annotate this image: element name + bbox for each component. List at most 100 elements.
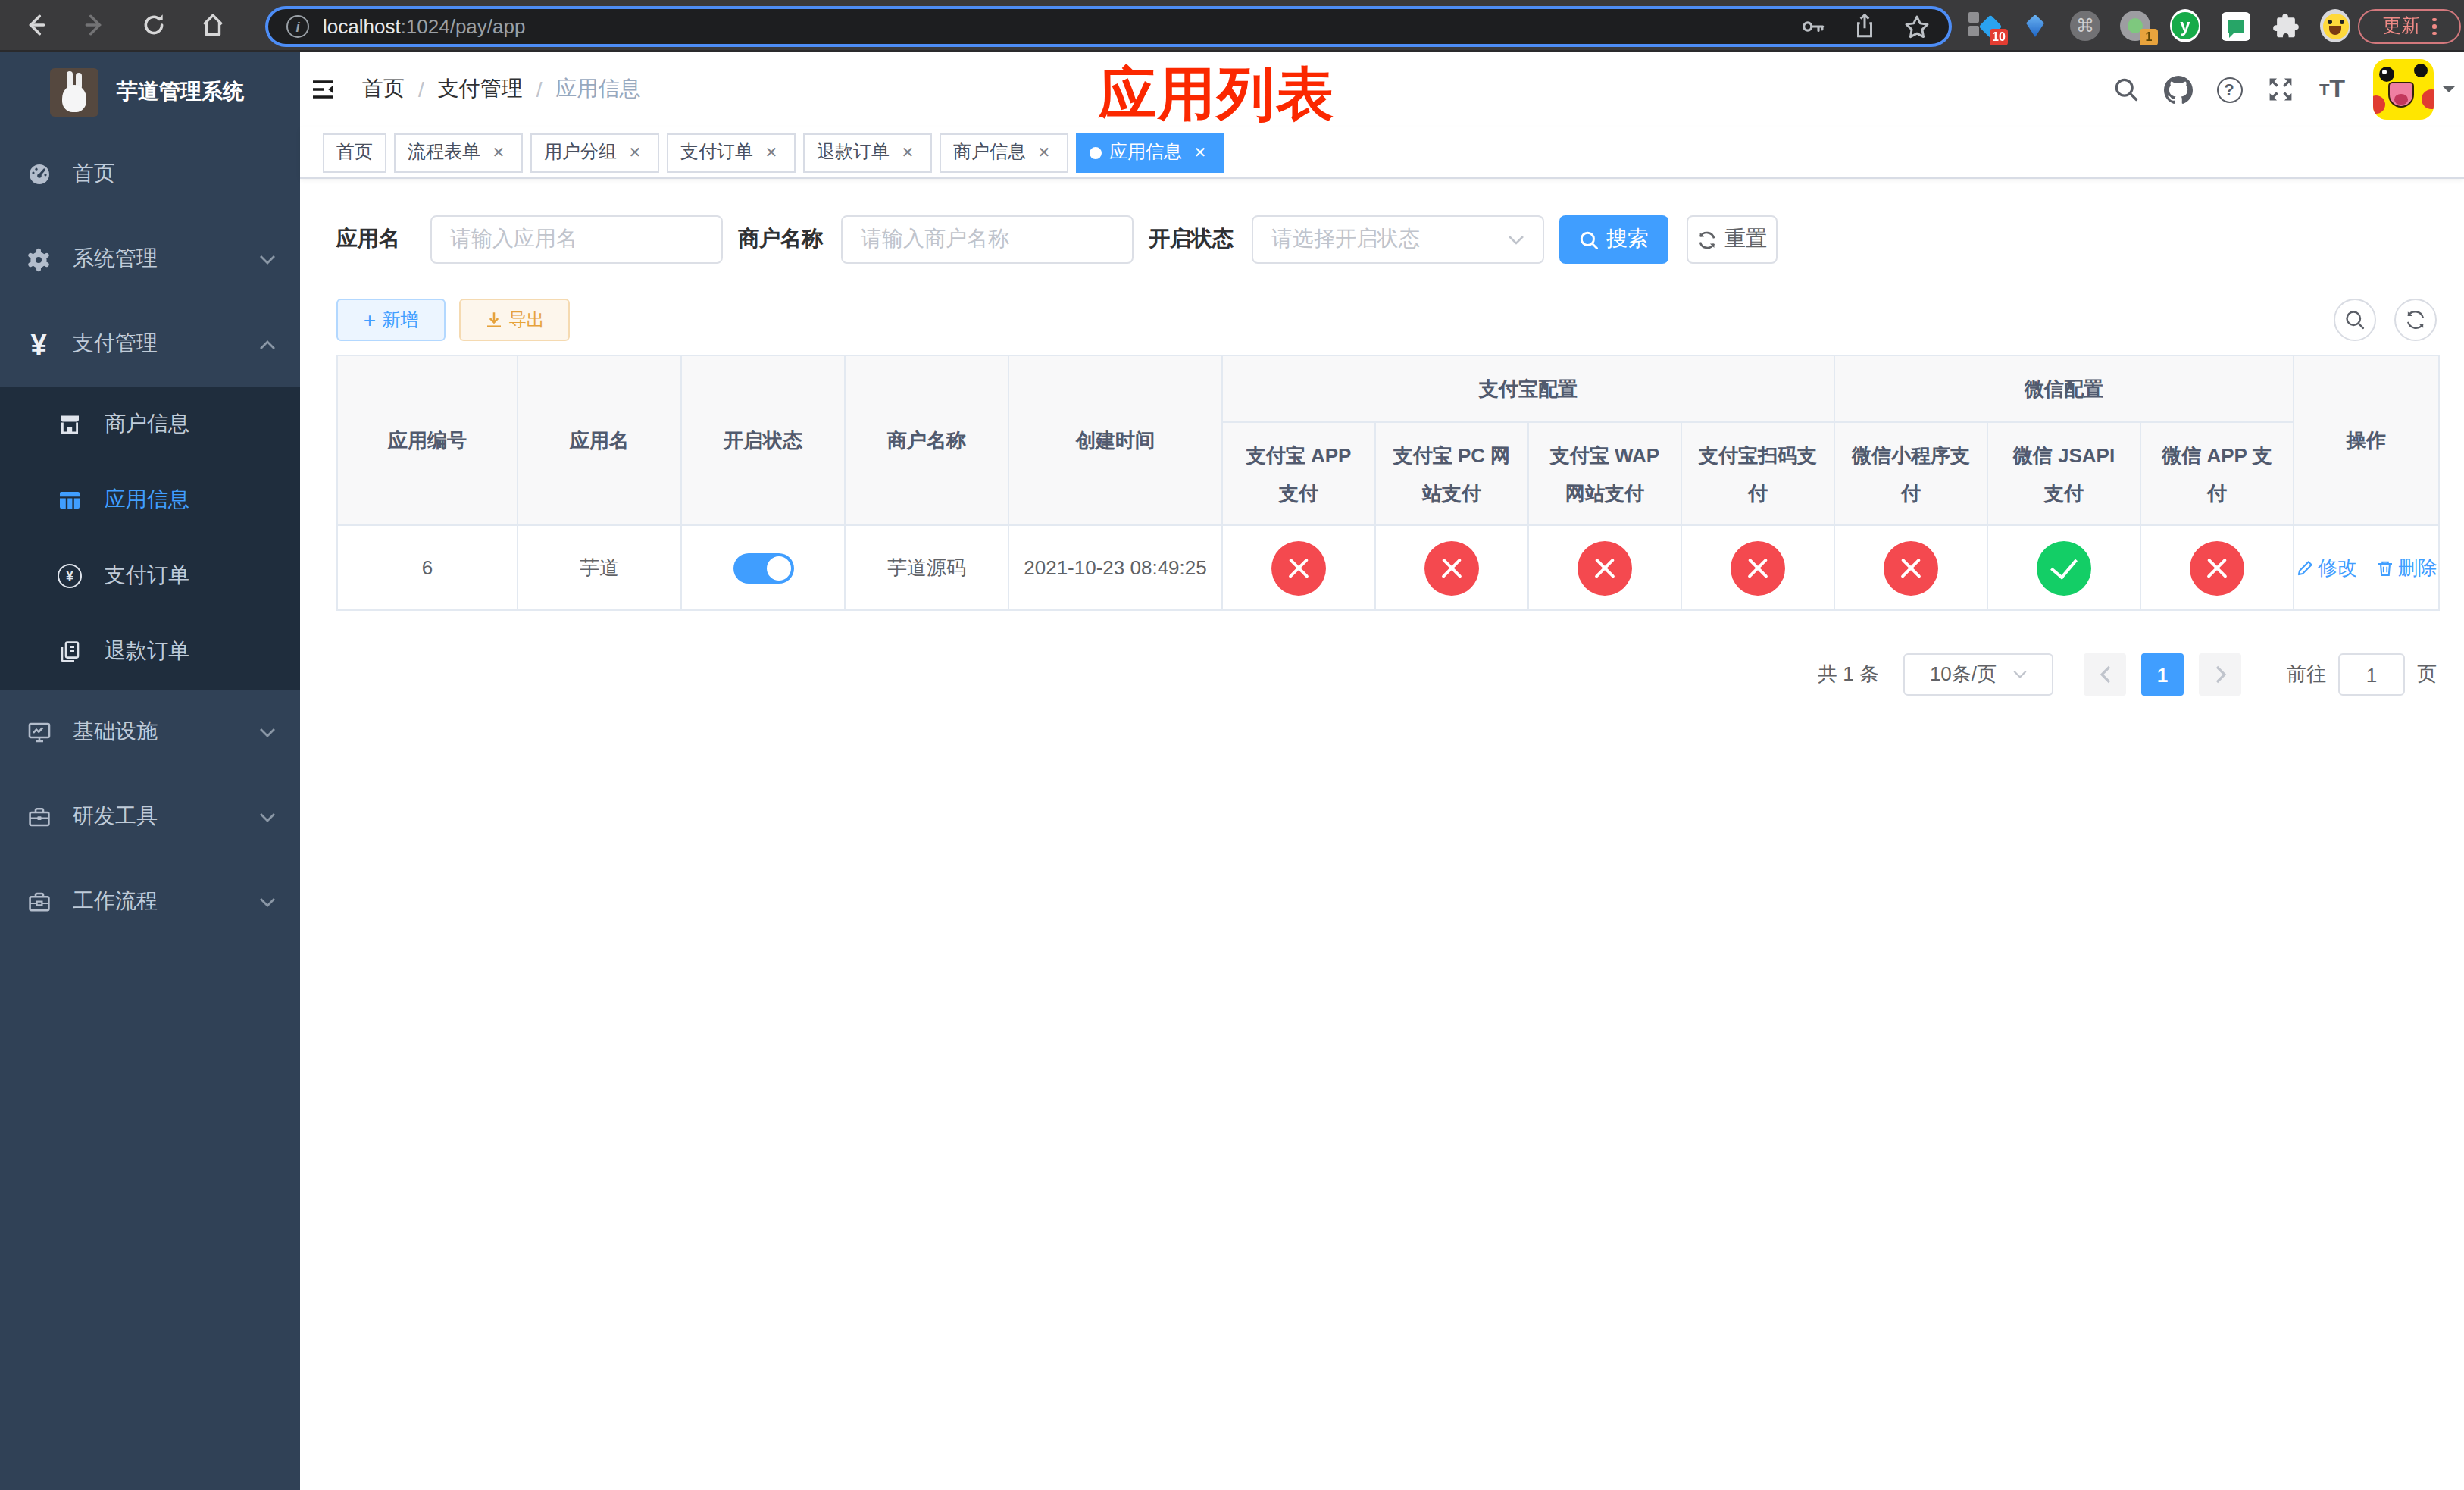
tab-home[interactable]: 首页 — [323, 133, 386, 172]
close-icon[interactable]: ✕ — [761, 142, 782, 163]
sidebar-item-app-info[interactable]: 应用信息 — [0, 462, 300, 538]
address-bar[interactable]: i localhost:1024/pay/app — [265, 6, 1952, 47]
share-icon[interactable] — [1852, 14, 1878, 39]
sidebar-item-pay-order[interactable]: ¥ 支付订单 — [0, 538, 300, 614]
sidebar-item-workflow[interactable]: 工作流程 — [0, 859, 300, 944]
sidebar-item-merchant-info[interactable]: 商户信息 — [0, 387, 300, 462]
extension-chat-icon[interactable] — [2220, 11, 2250, 41]
close-icon[interactable]: ✕ — [897, 142, 918, 163]
col-group-alipay: 支付宝配置 — [1222, 355, 1834, 422]
breadcrumb-home[interactable]: 首页 — [362, 76, 405, 103]
content: 应用名 请输入应用名 商户名称 请输入商户名称 开启状态 请选择开启状态 搜索 … — [300, 179, 2464, 1490]
sidebar-item-label: 工作流程 — [73, 888, 158, 916]
toolbox-icon — [26, 805, 52, 829]
sidebar-item-devtool[interactable]: 研发工具 — [0, 775, 300, 859]
site-info-icon[interactable]: i — [286, 15, 309, 38]
extension-y-icon[interactable]: y — [2170, 11, 2200, 41]
font-size-icon[interactable]: TT — [2306, 52, 2358, 127]
download-icon — [484, 311, 502, 329]
data-table: 应用编号 应用名 开启状态 商户名称 创建时间 支付宝配置 微信配置 操作 支付… — [336, 355, 2437, 611]
user-avatar[interactable] — [2373, 59, 2434, 120]
sidebar-item-refund-order[interactable]: 退款订单 — [0, 614, 300, 690]
sidebar-item-system[interactable]: 系统管理 — [0, 217, 300, 302]
goto-page-input[interactable]: 1 — [2338, 653, 2405, 696]
tab-user-group[interactable]: 用户分组✕ — [530, 133, 659, 172]
merchant-name-input[interactable]: 请输入商户名称 — [841, 215, 1134, 264]
extension-emoji-icon[interactable] — [2320, 11, 2350, 41]
status-select[interactable]: 请选择开启状态 — [1252, 215, 1544, 264]
monitor-chart-icon — [26, 720, 52, 744]
sidebar-item-pay[interactable]: ¥ 支付管理 — [0, 302, 300, 387]
status-x-icon — [1884, 540, 1938, 595]
sidebar-item-label: 系统管理 — [73, 246, 158, 273]
chevron-down-icon — [2012, 670, 2027, 679]
extension-icon[interactable]: 10 — [1970, 11, 2000, 41]
next-page-button[interactable] — [2199, 653, 2241, 696]
sidebar-item-infra[interactable]: 基础设施 — [0, 690, 300, 775]
delete-link[interactable]: 删除 — [2375, 554, 2437, 581]
browser-back-icon[interactable] — [21, 11, 48, 39]
cell-alipay-app — [1222, 525, 1375, 610]
cell-id: 6 — [337, 525, 518, 610]
document-copy-icon — [58, 640, 82, 664]
browser-menu-icon[interactable] — [2433, 18, 2437, 36]
tab-process-form[interactable]: 流程表单✕ — [394, 133, 523, 172]
table-refresh-button[interactable] — [2394, 299, 2437, 341]
prev-page-button[interactable] — [2084, 653, 2126, 696]
sidebar-item-label: 退款订单 — [105, 638, 189, 665]
chevron-down-icon — [1508, 234, 1524, 245]
avatar-caret-icon[interactable] — [2443, 86, 2455, 99]
tab-refund-order[interactable]: 退款订单✕ — [803, 133, 932, 172]
password-key-icon[interactable] — [1800, 14, 1826, 39]
chevron-down-icon — [259, 727, 276, 737]
current-page-button[interactable]: 1 — [2141, 653, 2184, 696]
cell-wx-jsapi — [1987, 525, 2140, 610]
fold-menu-icon[interactable] — [311, 77, 335, 102]
table-row: 6 芋道 芋道源码 2021-10-23 08:49:25 — [337, 525, 2439, 610]
cell-created: 2021-10-23 08:49:25 — [1008, 525, 1222, 610]
app-name-input[interactable]: 请输入应用名 — [430, 215, 723, 264]
help-icon[interactable]: ? — [2203, 52, 2255, 127]
extension-record-icon[interactable]: 1 — [2120, 11, 2150, 41]
browser-reload-icon[interactable] — [139, 11, 167, 39]
table-search-button[interactable] — [2334, 299, 2376, 341]
breadcrumb-current: 应用信息 — [556, 76, 641, 103]
github-icon[interactable] — [2152, 52, 2203, 127]
close-icon[interactable]: ✕ — [1190, 142, 1211, 163]
extensions-puzzle-icon[interactable] — [2270, 11, 2300, 41]
sidebar-submenu-pay: 商户信息 应用信息 ¥ 支付订单 退款订单 — [0, 387, 300, 690]
extension-command-icon[interactable]: ⌘ — [2070, 11, 2100, 41]
close-icon[interactable]: ✕ — [624, 142, 646, 163]
update-button[interactable]: 更新 — [2358, 9, 2461, 44]
refresh-icon — [2405, 309, 2426, 330]
add-button[interactable]: +新增 — [336, 299, 446, 341]
fullscreen-icon[interactable] — [2255, 52, 2306, 127]
reset-button[interactable]: 重置 — [1687, 215, 1778, 264]
search-button[interactable]: 搜索 — [1559, 215, 1668, 264]
edit-link[interactable]: 修改 — [2295, 554, 2357, 581]
tab-merchant-info[interactable]: 商户信息✕ — [940, 133, 1068, 172]
export-button[interactable]: 导出 — [459, 299, 570, 341]
col-header-id: 应用编号 — [337, 355, 518, 525]
navbar: 首页 / 支付管理 / 应用信息 应用列表 ? TT — [300, 52, 2464, 127]
breadcrumb-pay[interactable]: 支付管理 — [438, 76, 523, 103]
close-icon[interactable]: ✕ — [488, 142, 509, 163]
sidebar-item-home[interactable]: 首页 — [0, 132, 300, 217]
header-search-icon[interactable] — [2100, 52, 2152, 127]
status-x-icon — [1731, 540, 1785, 595]
chevron-down-icon — [259, 254, 276, 265]
extension-balloon-icon[interactable] — [2020, 11, 2050, 41]
status-toggle[interactable] — [733, 552, 793, 583]
page-unit-label: 页 — [2417, 661, 2437, 688]
browser-home-icon[interactable] — [199, 11, 226, 39]
logo[interactable]: 芋道管理系统 — [0, 52, 300, 132]
browser-forward-icon[interactable] — [80, 11, 108, 39]
extensions-row: 10 ⌘ 1 y — [1970, 0, 2350, 52]
tab-app-info[interactable]: 应用信息✕ — [1076, 133, 1224, 172]
close-icon[interactable]: ✕ — [1033, 142, 1055, 163]
bookmark-star-icon[interactable] — [1903, 13, 1931, 40]
chevron-down-icon — [259, 812, 276, 822]
page-size-select[interactable]: 10条/页 — [1903, 653, 2053, 696]
tab-pay-order[interactable]: 支付订单✕ — [667, 133, 796, 172]
col-header-status: 开启状态 — [681, 355, 845, 525]
